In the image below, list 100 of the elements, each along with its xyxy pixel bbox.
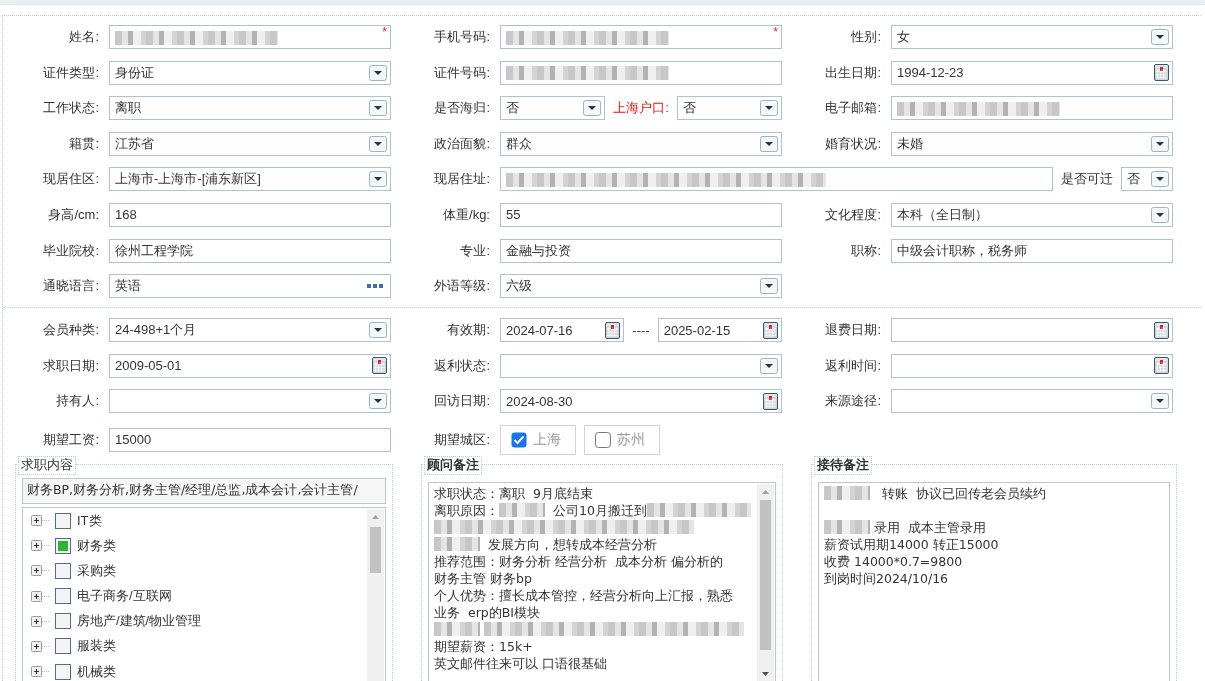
dropdown-field[interactable]: 否 bbox=[676, 96, 782, 121]
dropdown-icon[interactable] bbox=[369, 135, 387, 152]
text-field[interactable] bbox=[891, 96, 1173, 121]
dropdown-icon[interactable] bbox=[369, 171, 387, 188]
dropdown-field[interactable] bbox=[500, 353, 782, 378]
field-label: 通晓语言: bbox=[42, 277, 100, 296]
date-field[interactable] bbox=[891, 353, 1173, 378]
text-field[interactable] bbox=[500, 60, 782, 85]
dropdown-field[interactable] bbox=[109, 389, 391, 414]
dropdown-icon[interactable] bbox=[1151, 206, 1169, 223]
dropdown-field[interactable]: 本科（全日制） bbox=[891, 202, 1173, 227]
panel-title: 接待备注 bbox=[814, 455, 872, 475]
dropdown-icon[interactable] bbox=[369, 393, 387, 410]
scrollbar[interactable] bbox=[367, 508, 384, 681]
note-text: 求职状态：离职 9月底结束 bbox=[434, 484, 593, 502]
expand-icon[interactable] bbox=[31, 565, 49, 577]
notes-field[interactable]: 求职状态：离职 9月底结束 离职原因： 公司10月搬迁到 发展方向，想转成本经营分析 推荐范围：财务分析 经营分析 成本分析 偏分析的 财务主管 财务bp 个人优势：擅长成本管控，经营分析向上汇报，熟悉 业务 erp的BI模块 期望薪资：15k+ 英文邮件往来可以 口语很基础 bbox=[428, 481, 776, 681]
text-field[interactable]: 中级会计职称，税务师 bbox=[891, 238, 1173, 263]
calendar-icon[interactable] bbox=[1154, 357, 1169, 375]
calendar-icon[interactable] bbox=[1154, 321, 1169, 339]
dropdown-icon[interactable] bbox=[369, 100, 387, 117]
dropdown-icon[interactable] bbox=[369, 322, 387, 339]
calendar-icon[interactable] bbox=[605, 321, 621, 339]
dropdown-field[interactable]: 未婚 bbox=[891, 131, 1173, 156]
required-mark: * bbox=[773, 27, 778, 37]
text-field[interactable]: 金融与投资 bbox=[500, 238, 782, 263]
field-label: 职称: bbox=[850, 241, 882, 260]
dropdown-icon[interactable] bbox=[1151, 135, 1169, 152]
tree-item-label[interactable]: 电子商务/互联网 bbox=[77, 587, 172, 606]
field-label: 来源途径: bbox=[824, 392, 882, 411]
expand-icon[interactable] bbox=[31, 540, 49, 552]
tree-checkbox[interactable] bbox=[55, 562, 71, 579]
date-field[interactable]: 2024-08-30 bbox=[500, 389, 782, 414]
checkbox-icon[interactable] bbox=[511, 431, 527, 448]
expand-icon[interactable] bbox=[31, 666, 49, 678]
date-field[interactable]: 1994-12-23 bbox=[891, 60, 1173, 85]
dropdown-icon[interactable] bbox=[1151, 171, 1169, 188]
date-field[interactable]: 2009-05-01 bbox=[109, 353, 391, 378]
field-label: 婚育状况: bbox=[824, 134, 882, 153]
text-field[interactable]: 徐州工程学院 bbox=[109, 238, 391, 263]
note-text: 薪资试用期14000 转正15000 bbox=[824, 535, 999, 553]
dropdown-icon[interactable] bbox=[583, 100, 602, 117]
text-field[interactable]: * bbox=[500, 25, 782, 49]
text-field[interactable]: 168 bbox=[109, 202, 391, 227]
dropdown-field[interactable]: 离职 bbox=[109, 96, 391, 121]
date-field[interactable] bbox=[891, 318, 1173, 343]
expand-icon[interactable] bbox=[31, 515, 49, 527]
expand-icon[interactable] bbox=[31, 590, 49, 602]
text-field[interactable]: 55 bbox=[500, 202, 782, 227]
dropdown-field[interactable]: 身份证 bbox=[109, 60, 391, 85]
dropdown-icon[interactable] bbox=[1151, 393, 1169, 410]
dropdown-field[interactable]: 江苏省 bbox=[109, 131, 391, 156]
tree-checkbox[interactable] bbox=[55, 638, 71, 655]
field-label: 有效期: bbox=[446, 321, 491, 340]
selected-jobs-field[interactable]: 财务BP,财务分析,财务主管/经理/总监,成本会计,会计主管/ bbox=[22, 477, 386, 504]
field-label: 证件号码: bbox=[433, 63, 491, 82]
calendar-icon[interactable] bbox=[763, 392, 778, 410]
expand-icon[interactable] bbox=[31, 640, 49, 652]
notes-field[interactable]: 转账 协议已回传老会员续约 录用 成本主管录用 薪资试用期14000 转正15000 收费 14000*0.7=9800 到岗时间2024/10/16 bbox=[818, 481, 1170, 681]
text-field[interactable] bbox=[500, 167, 1053, 192]
date-field[interactable]: 2025-02-15 bbox=[657, 318, 782, 343]
tree-checkbox[interactable] bbox=[55, 537, 71, 554]
tree-checkbox[interactable] bbox=[55, 512, 71, 529]
expand-icon[interactable] bbox=[31, 615, 49, 627]
dropdown-icon[interactable] bbox=[760, 357, 778, 374]
blurred-text bbox=[434, 622, 480, 637]
dropdown-icon[interactable] bbox=[760, 135, 778, 152]
text-field[interactable]: * bbox=[109, 25, 391, 49]
tree-checkbox[interactable] bbox=[55, 588, 71, 605]
calendar-icon[interactable] bbox=[763, 321, 778, 339]
dropdown-icon[interactable] bbox=[760, 278, 778, 295]
calendar-icon[interactable] bbox=[1154, 64, 1169, 82]
scrollbar[interactable] bbox=[757, 483, 774, 681]
field-label: 现居住址: bbox=[433, 170, 491, 189]
lookup-field[interactable]: 英语 bbox=[109, 274, 391, 299]
tree-item-label[interactable]: 采购类 bbox=[77, 561, 116, 580]
dropdown-icon[interactable] bbox=[1151, 29, 1169, 45]
dropdown-field[interactable]: 否 bbox=[1121, 167, 1173, 192]
tree-checkbox[interactable] bbox=[55, 663, 71, 680]
dropdown-field[interactable]: 24-498+1个月 bbox=[109, 318, 391, 343]
dropdown-field[interactable]: 否 bbox=[500, 96, 606, 121]
dropdown-icon[interactable] bbox=[760, 100, 778, 117]
tree-item-label[interactable]: 服装类 bbox=[77, 637, 116, 656]
dropdown-field[interactable]: 上海市-上海市-[浦东新区] bbox=[109, 167, 391, 192]
tree-item-label[interactable]: 机械类 bbox=[77, 662, 116, 681]
dropdown-field[interactable]: 女 bbox=[891, 25, 1173, 49]
date-field[interactable]: 2024-07-16 bbox=[500, 318, 625, 343]
tree-item-label[interactable]: 财务类 bbox=[77, 536, 116, 555]
calendar-icon[interactable] bbox=[372, 357, 387, 375]
more-icon[interactable] bbox=[367, 284, 383, 289]
dropdown-icon[interactable] bbox=[369, 64, 387, 81]
text-field[interactable]: 15000 bbox=[109, 427, 391, 452]
checkbox-icon[interactable] bbox=[595, 431, 611, 448]
tree-item-label[interactable]: IT类 bbox=[77, 511, 102, 530]
dropdown-field[interactable]: 群众 bbox=[500, 131, 782, 156]
field-label: 期望城区: bbox=[433, 430, 491, 449]
tree-checkbox[interactable] bbox=[55, 613, 71, 630]
tree-item-label[interactable]: 房地产/建筑/物业管理 bbox=[77, 612, 202, 631]
dropdown-field[interactable]: 六级 bbox=[500, 274, 782, 299]
dropdown-field[interactable] bbox=[891, 389, 1173, 414]
